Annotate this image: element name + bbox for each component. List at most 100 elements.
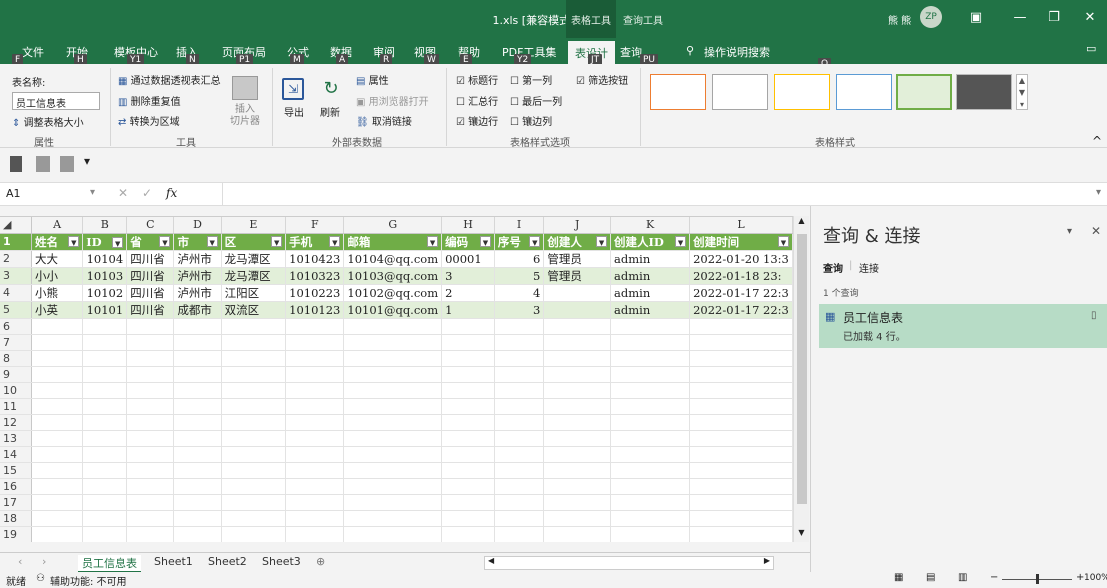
empty-cell[interactable] (173, 350, 222, 367)
empty-cell[interactable] (173, 526, 222, 542)
table-cell[interactable]: 四川省 (126, 284, 175, 302)
properties-button[interactable]: ▤ 属性 (356, 72, 389, 87)
filter-dropdown-icon[interactable]: ▼ (112, 236, 124, 248)
empty-cell[interactable] (173, 510, 222, 527)
empty-cell[interactable] (82, 414, 128, 431)
empty-cell[interactable] (610, 494, 691, 511)
restore-icon[interactable]: ❐ (1042, 6, 1066, 30)
empty-cell[interactable] (543, 526, 612, 542)
table-cell[interactable]: 四川省 (126, 250, 175, 268)
zoom-slider-thumb[interactable] (1036, 574, 1039, 584)
table-style-dark[interactable] (956, 74, 1012, 110)
filter-dropdown-icon[interactable]: ▼ (271, 235, 283, 247)
table-header-cell[interactable]: 市 ▼ (173, 233, 222, 251)
banded-columns-checkbox[interactable]: ☐ 镶边列 (510, 113, 552, 128)
empty-cell[interactable] (82, 510, 128, 527)
empty-cell[interactable] (221, 350, 287, 367)
table-cell[interactable]: 2 (441, 284, 495, 302)
table-header-cell[interactable]: 姓名 ▼ (31, 233, 84, 251)
tell-me-search[interactable]: 操作说明搜索 (704, 44, 770, 60)
table-cell[interactable]: 泸州市 (173, 284, 222, 302)
empty-cell[interactable] (126, 526, 175, 542)
empty-cell[interactable] (610, 510, 691, 527)
table-style-green-selected[interactable] (896, 74, 952, 110)
empty-cell[interactable] (221, 430, 287, 447)
row-header[interactable]: 11 (0, 398, 33, 415)
table-cell[interactable]: 四川省 (126, 301, 175, 319)
empty-cell[interactable] (285, 510, 345, 527)
empty-cell[interactable] (126, 318, 175, 335)
empty-cell[interactable] (494, 334, 545, 351)
empty-cell[interactable] (343, 414, 443, 431)
empty-cell[interactable] (126, 462, 175, 479)
empty-cell[interactable] (610, 462, 691, 479)
empty-cell[interactable] (494, 478, 545, 495)
empty-cell[interactable] (610, 414, 691, 431)
ribbon-display-icon[interactable]: ▣ (964, 6, 988, 30)
empty-cell[interactable] (441, 398, 495, 415)
empty-cell[interactable] (82, 398, 128, 415)
empty-cell[interactable] (173, 398, 222, 415)
customize-qat-icon[interactable]: ▾ (84, 154, 90, 168)
empty-cell[interactable] (543, 494, 612, 511)
empty-cell[interactable] (689, 318, 793, 335)
empty-cell[interactable] (82, 430, 128, 447)
empty-cell[interactable] (610, 526, 691, 542)
empty-cell[interactable] (343, 510, 443, 527)
empty-cell[interactable] (285, 350, 345, 367)
unlink-button[interactable]: ⛓ 取消链接 (356, 113, 412, 128)
empty-cell[interactable] (689, 478, 793, 495)
row-header[interactable]: 2 (0, 250, 33, 268)
export-button[interactable]: 导出 (284, 104, 304, 119)
first-column-checkbox[interactable]: ☐ 第一列 (510, 72, 552, 87)
empty-cell[interactable] (610, 478, 691, 495)
empty-cell[interactable] (221, 494, 287, 511)
page-layout-view-icon[interactable]: ▤ (926, 572, 935, 583)
empty-cell[interactable] (221, 462, 287, 479)
table-cell[interactable]: 大大 (31, 250, 84, 268)
page-break-view-icon[interactable]: ▥ (958, 572, 967, 583)
table-cell[interactable]: 江阳区 (221, 284, 287, 302)
row-header[interactable]: 7 (0, 334, 33, 351)
table-cell[interactable]: 2022-01-20 13:3 (689, 250, 793, 268)
empty-cell[interactable] (610, 398, 691, 415)
table-style-orange[interactable] (650, 74, 706, 110)
filter-dropdown-icon[interactable]: ▼ (159, 235, 171, 247)
sheet-tab[interactable]: Sheet3 (262, 555, 301, 568)
empty-cell[interactable] (285, 478, 345, 495)
empty-cell[interactable] (173, 318, 222, 335)
tab-query[interactable]: 查询 (620, 44, 642, 60)
avatar[interactable]: ZP (920, 6, 942, 28)
column-header[interactable]: L (689, 217, 793, 234)
empty-cell[interactable] (441, 366, 495, 383)
empty-cell[interactable] (543, 382, 612, 399)
table-cell[interactable]: 10104 (82, 250, 128, 268)
column-header[interactable]: C (126, 217, 175, 234)
table-style-blue[interactable] (836, 74, 892, 110)
empty-cell[interactable] (494, 382, 545, 399)
empty-cell[interactable] (610, 366, 691, 383)
empty-cell[interactable] (173, 382, 222, 399)
empty-cell[interactable] (343, 526, 443, 542)
empty-cell[interactable] (689, 462, 793, 479)
table-cell[interactable]: 小英 (31, 301, 84, 319)
empty-cell[interactable] (31, 414, 84, 431)
table-cell[interactable]: 00001 (441, 250, 495, 268)
empty-cell[interactable] (173, 494, 222, 511)
empty-cell[interactable] (494, 510, 545, 527)
empty-cell[interactable] (543, 462, 612, 479)
table-name-input[interactable]: 员工信息表 (12, 92, 100, 110)
table-cell[interactable]: 2022-01-17 22:3 (689, 301, 793, 319)
prev-sheet-icon[interactable]: ‹ (18, 555, 22, 568)
tab-connections[interactable]: 连接 (859, 260, 879, 275)
empty-cell[interactable] (173, 462, 222, 479)
row-header[interactable]: 18 (0, 510, 33, 527)
empty-cell[interactable] (610, 382, 691, 399)
empty-cell[interactable] (494, 366, 545, 383)
empty-cell[interactable] (126, 478, 175, 495)
empty-cell[interactable] (221, 510, 287, 527)
filter-dropdown-icon[interactable]: ▼ (329, 235, 341, 247)
empty-cell[interactable] (221, 398, 287, 415)
empty-cell[interactable] (543, 318, 612, 335)
table-cell[interactable]: 5 (494, 267, 545, 285)
